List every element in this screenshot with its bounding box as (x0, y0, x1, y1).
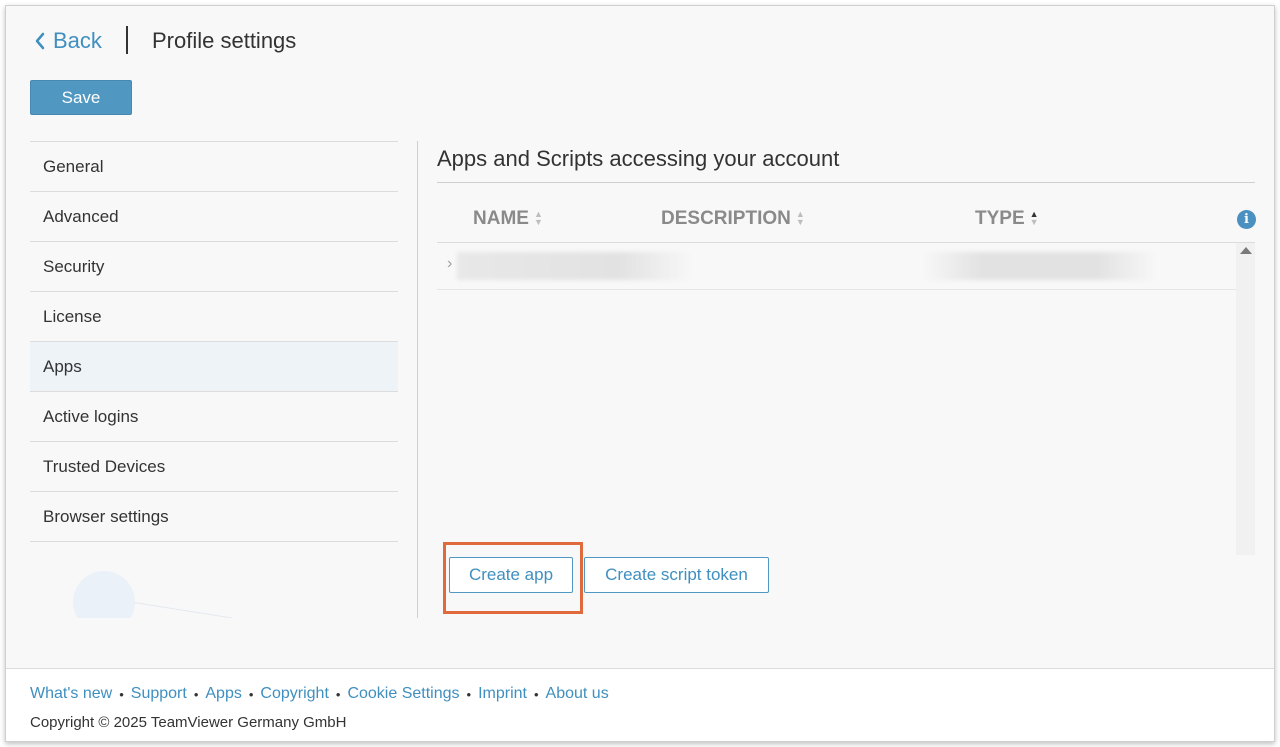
footer-link-whats-new[interactable]: What's new (30, 685, 112, 703)
decorative-line (133, 602, 233, 619)
table-header: NAME ▲ ▼ DESCRIPTION ▲ ▼ TYPE ▲ ▼ i (437, 196, 1256, 243)
section-title: Apps and Scripts accessing your account (437, 146, 840, 171)
column-header-label: NAME (473, 208, 529, 229)
footer-bullet: • (466, 686, 472, 702)
sidebar-item-apps[interactable]: Apps (30, 342, 398, 392)
footer-link-imprint[interactable]: Imprint (478, 685, 527, 703)
footer-link-copyright[interactable]: Copyright (260, 685, 328, 703)
page-title: Profile settings (152, 28, 297, 53)
back-label: Back (53, 28, 102, 53)
sidebar-item-label: License (43, 306, 102, 326)
sidebar-item-label: Browser settings (43, 506, 169, 526)
footer-links: What's new • Support • Apps • Copyright … (30, 685, 609, 703)
footer-bullet: • (119, 686, 124, 702)
sidebar-item-label: Apps (43, 356, 82, 376)
copyright-text: Copyright © 2025 TeamViewer Germany GmbH (30, 714, 347, 731)
sidebar-item-label: Advanced (43, 206, 119, 226)
column-header-label: DESCRIPTION (661, 208, 791, 229)
footer-link-support[interactable]: Support (131, 685, 187, 703)
info-icon[interactable]: i (1237, 210, 1256, 229)
column-header-description[interactable]: DESCRIPTION ▲ ▼ (661, 208, 805, 230)
settings-sidebar: General Advanced Security License Apps A… (30, 141, 398, 542)
apps-table-body: › (437, 243, 1236, 555)
vertical-divider (417, 141, 418, 618)
app-window: Back Profile settings Save General Advan… (5, 5, 1275, 742)
header-divider (126, 26, 128, 54)
sidebar-item-browser-settings[interactable]: Browser settings (30, 492, 398, 542)
sidebar-item-label: Trusted Devices (43, 456, 166, 476)
sidebar-item-label: General (43, 156, 104, 176)
footer: What's new • Support • Apps • Copyright … (6, 668, 1274, 741)
footer-bullet: • (248, 686, 254, 702)
sidebar-item-general[interactable]: General (30, 142, 398, 192)
sidebar-item-label: Security (43, 256, 105, 276)
footer-link-apps[interactable]: Apps (205, 685, 241, 703)
save-button[interactable]: Save (30, 80, 132, 115)
footer-bullet: • (533, 686, 539, 702)
sort-arrows-icon: ▲ ▼ (533, 209, 543, 227)
scroll-up-icon[interactable] (1240, 247, 1252, 254)
sidebar-item-active-logins[interactable]: Active logins (30, 392, 398, 442)
column-header-name[interactable]: NAME ▲ ▼ (473, 208, 543, 230)
sort-ascending-icon: ▲ ▼ (1029, 209, 1039, 227)
create-app-button[interactable]: Create app (449, 557, 573, 593)
sidebar-item-license[interactable]: License (30, 292, 398, 342)
sort-arrows-icon: ▲ ▼ (795, 209, 805, 227)
column-header-label: TYPE (975, 208, 1025, 229)
footer-link-about-us[interactable]: About us (546, 685, 609, 703)
sidebar-item-security[interactable]: Security (30, 242, 398, 292)
section-divider (437, 182, 1255, 183)
column-header-type[interactable]: TYPE ▲ ▼ (975, 208, 1039, 230)
redacted-name-cell (457, 252, 692, 280)
sidebar-item-label: Active logins (43, 406, 139, 426)
footer-link-cookie-settings[interactable]: Cookie Settings (347, 685, 459, 703)
back-link[interactable]: Back (34, 28, 102, 54)
create-script-token-button[interactable]: Create script token (584, 557, 769, 593)
chevron-left-icon (35, 32, 45, 50)
table-scrollbar[interactable] (1236, 243, 1255, 555)
redacted-type-cell (922, 252, 1157, 280)
footer-bullet: • (335, 686, 341, 702)
sidebar-item-advanced[interactable]: Advanced (30, 192, 398, 242)
sidebar-item-trusted-devices[interactable]: Trusted Devices (30, 442, 398, 492)
chevron-right-icon[interactable]: › (447, 255, 452, 273)
table-row[interactable]: › (437, 243, 1236, 290)
footer-bullet: • (193, 686, 199, 702)
